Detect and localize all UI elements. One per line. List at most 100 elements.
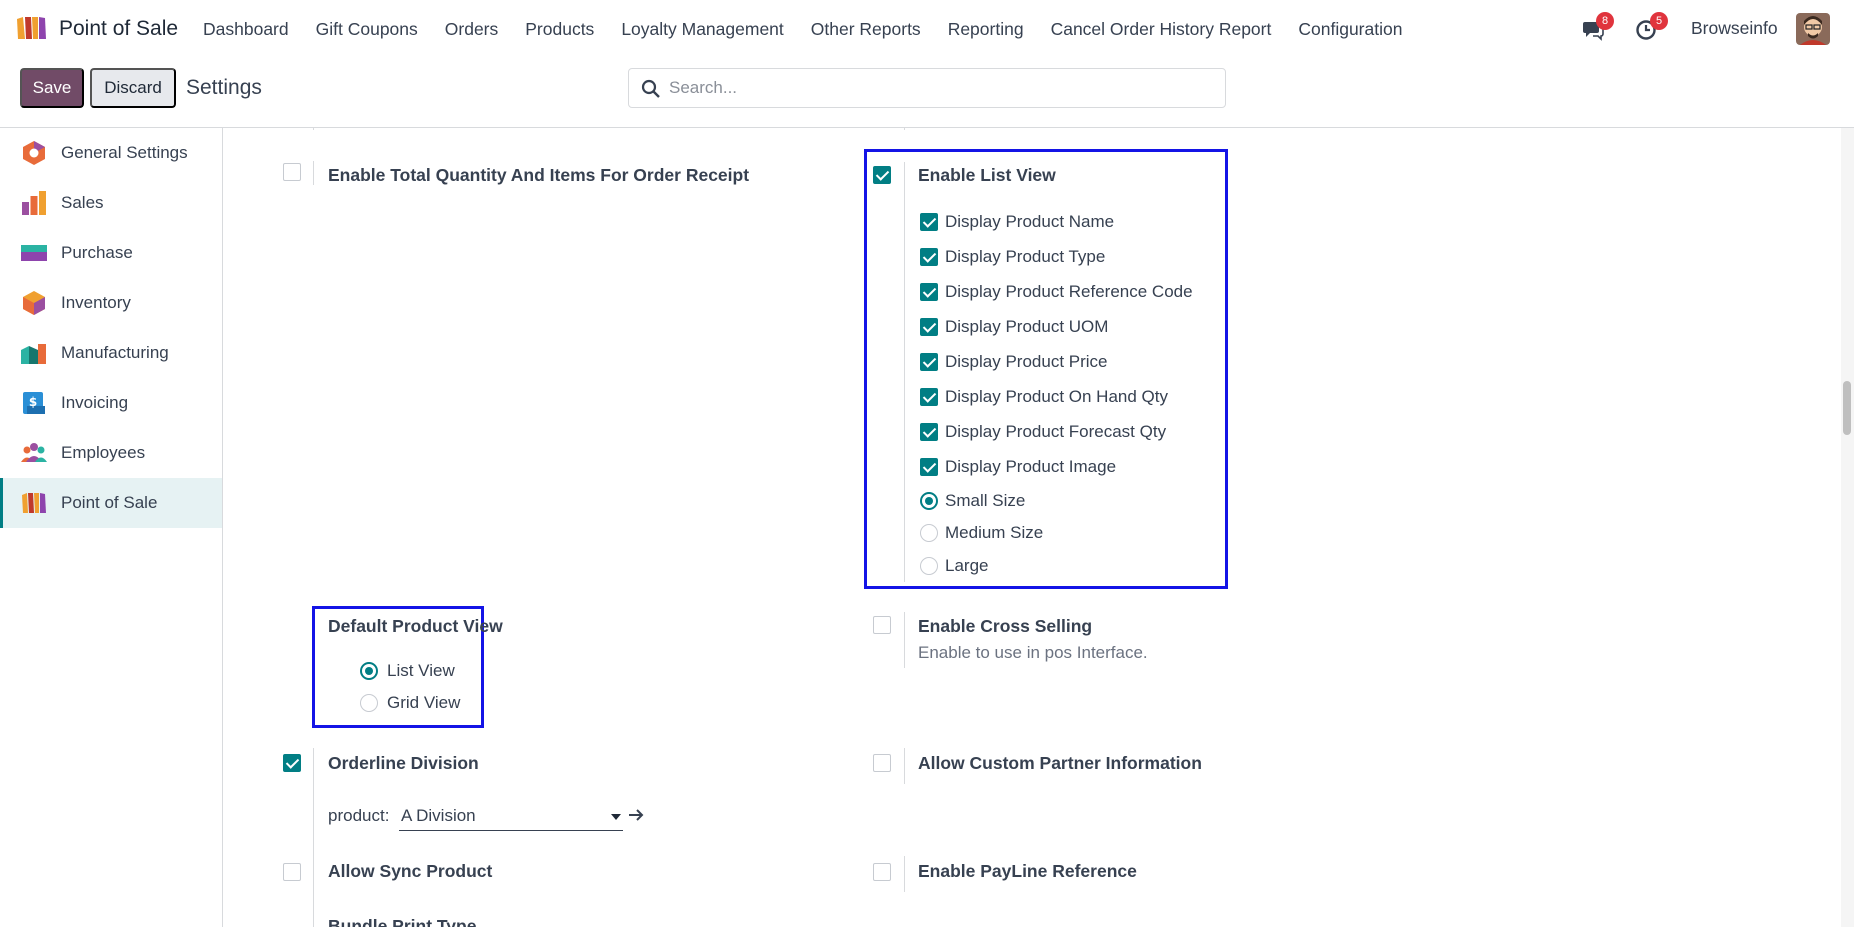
sidebar-item-label: Invoicing	[61, 393, 129, 412]
messages-button[interactable]: 8	[1581, 12, 1614, 41]
breadcrumb: Settings	[186, 76, 262, 99]
sidebar-item-label: Inventory	[61, 293, 131, 312]
sidebar-item-label: Point of Sale	[61, 493, 158, 512]
sidebar-item-employees[interactable]: Employees	[0, 428, 222, 478]
divider	[904, 748, 905, 784]
display-product-type-label: Display Product Type	[945, 247, 1106, 266]
division-select-value: A Division	[401, 806, 476, 825]
grid-view-radio[interactable]	[360, 694, 378, 712]
display-product-forecast-qty-checkbox[interactable]	[920, 423, 938, 441]
divider	[313, 748, 314, 927]
point-of-sale-icon	[22, 493, 46, 513]
payline-reference-checkbox[interactable]	[873, 863, 891, 881]
sidebar-item-manufacturing[interactable]: Manufacturing	[0, 328, 222, 378]
custom-partner-title: Allow Custom Partner Information	[918, 753, 1202, 773]
content-scrollbar[interactable]	[1841, 128, 1854, 927]
divider	[904, 856, 905, 892]
bundle-print-type-title: Bundle Print Type	[328, 916, 477, 927]
menu-other-reports[interactable]: Other Reports	[811, 19, 921, 40]
medium-size-radio[interactable]	[920, 524, 938, 542]
messages-badge: 8	[1596, 12, 1614, 30]
top-navbar: Point of Sale Dashboard Gift Coupons Ord…	[0, 0, 1854, 58]
purchase-icon	[21, 245, 47, 261]
sidebar-item-label: Sales	[61, 193, 104, 212]
list-view-label: List View	[387, 661, 455, 680]
search-bar[interactable]	[628, 68, 1226, 108]
menu-cancel-order-history-report[interactable]: Cancel Order History Report	[1051, 19, 1272, 40]
company-switcher[interactable]: Browseinfo	[1691, 18, 1778, 39]
cross-selling-title: Enable Cross Selling	[918, 616, 1093, 636]
activities-button[interactable]: 5	[1635, 12, 1668, 41]
menu-reporting[interactable]: Reporting	[948, 19, 1024, 40]
display-product-type-checkbox[interactable]	[920, 248, 938, 266]
sync-product-checkbox[interactable]	[283, 863, 301, 881]
payline-reference-title: Enable PayLine Reference	[918, 861, 1137, 881]
divider	[904, 162, 905, 582]
sidebar-item-label: Employees	[61, 443, 146, 462]
invoicing-icon: $	[23, 392, 45, 414]
menu-gift-coupons[interactable]: Gift Coupons	[316, 19, 418, 40]
app-name[interactable]: Point of Sale	[59, 17, 178, 41]
internal-link-arrow-icon[interactable]	[628, 808, 644, 822]
display-product-uom-checkbox[interactable]	[920, 318, 938, 336]
large-size-radio[interactable]	[920, 557, 938, 575]
settings-sidebar: General Settings Sales Purchase Inventor…	[0, 128, 223, 927]
manufacturing-icon	[21, 344, 46, 364]
sidebar-item-point-of-sale[interactable]: Point of Sale	[0, 478, 222, 528]
division-select[interactable]: A Division	[399, 802, 623, 831]
menu-products[interactable]: Products	[525, 19, 594, 40]
product-field-label: product:	[328, 806, 390, 825]
custom-partner-checkbox[interactable]	[873, 754, 891, 772]
list-view-title: Enable List View	[918, 165, 1056, 185]
orderline-division-checkbox[interactable]	[283, 754, 301, 772]
avatar-image-icon	[1796, 13, 1830, 45]
point-of-sale-logo-icon[interactable]	[15, 15, 49, 41]
display-product-reference-code-label: Display Product Reference Code	[945, 282, 1193, 301]
divider	[313, 128, 314, 130]
discard-button[interactable]: Discard	[90, 68, 176, 108]
sidebar-item-general-settings[interactable]: General Settings	[0, 128, 222, 178]
settings-content: Enable Total Quantity And Items For Orde…	[223, 128, 1854, 927]
inventory-icon	[23, 291, 45, 315]
sales-icon	[22, 191, 46, 215]
sidebar-item-inventory[interactable]: Inventory	[0, 278, 222, 328]
sidebar-item-invoicing[interactable]: $ Invoicing	[0, 378, 222, 428]
display-product-image-checkbox[interactable]	[920, 458, 938, 476]
menu-dashboard[interactable]: Dashboard	[203, 19, 289, 40]
menu-orders[interactable]: Orders	[445, 19, 498, 40]
general-settings-icon	[23, 141, 45, 165]
search-input[interactable]	[669, 69, 1209, 107]
menu-loyalty-management[interactable]: Loyalty Management	[621, 19, 783, 40]
display-product-reference-code-checkbox[interactable]	[920, 283, 938, 301]
display-product-price-checkbox[interactable]	[920, 353, 938, 371]
sidebar-item-sales[interactable]: Sales	[0, 178, 222, 228]
small-size-label: Small Size	[945, 491, 1026, 510]
divider	[904, 612, 905, 668]
sidebar-item-purchase[interactable]: Purchase	[0, 228, 222, 278]
scrollbar-thumb[interactable]	[1843, 381, 1851, 435]
caret-down-icon	[611, 814, 621, 820]
orderline-division-title: Orderline Division	[328, 753, 479, 773]
display-product-on-hand-qty-checkbox[interactable]	[920, 388, 938, 406]
list-view-radio[interactable]	[360, 662, 378, 680]
display-product-name-label: Display Product Name	[945, 212, 1115, 231]
small-size-radio[interactable]	[920, 492, 938, 510]
total-quantity-title: Enable Total Quantity And Items For Orde…	[328, 165, 750, 185]
display-product-forecast-qty-label: Display Product Forecast Qty	[945, 422, 1167, 441]
display-product-on-hand-qty-label: Display Product On Hand Qty	[945, 387, 1168, 406]
activities-badge: 5	[1650, 12, 1668, 30]
cross-selling-checkbox[interactable]	[873, 616, 891, 634]
display-product-name-checkbox[interactable]	[920, 213, 938, 231]
list-view-checkbox[interactable]	[873, 166, 891, 184]
control-panel: Save Discard Settings	[0, 58, 1854, 128]
sidebar-item-label: Purchase	[61, 243, 133, 262]
save-button[interactable]: Save	[20, 68, 84, 108]
sidebar-item-label: General Settings	[61, 143, 188, 162]
medium-size-label: Medium Size	[945, 523, 1044, 542]
cross-selling-description: Enable to use in pos Interface.	[918, 643, 1148, 662]
total-quantity-checkbox[interactable]	[283, 163, 301, 181]
menu-configuration[interactable]: Configuration	[1298, 19, 1402, 40]
display-product-image-label: Display Product Image	[945, 457, 1117, 476]
user-avatar[interactable]	[1796, 13, 1830, 45]
sync-product-title: Allow Sync Product	[328, 861, 493, 881]
